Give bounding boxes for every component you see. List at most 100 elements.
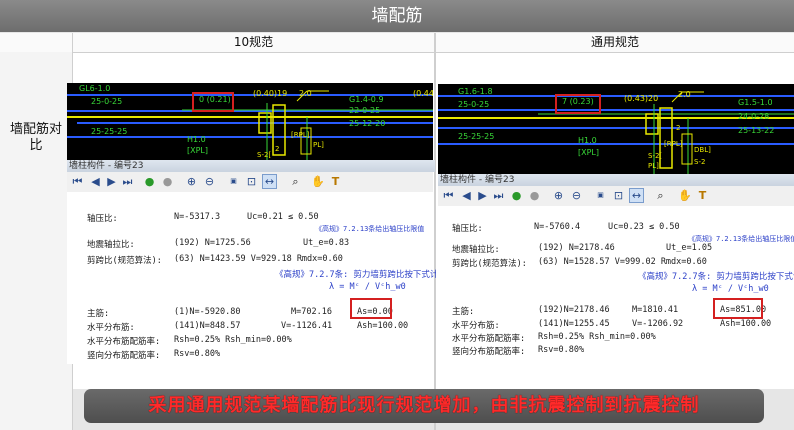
fit-icon[interactable]: ⊡ [245,175,258,188]
doc-label: 主筋: [87,309,110,319]
stop-icon[interactable]: ● [528,189,541,202]
right-window-title: 墙柱构件 - 编号23 [438,174,794,186]
highlight-box [555,94,601,114]
cad-label: PL] [313,141,324,149]
cad-label: S-2 [694,158,706,166]
cad-label: H1.0 [578,136,597,145]
highlight-box [350,298,392,319]
cad-label: 25-13-22 [738,126,775,135]
find-icon[interactable]: ⌕ [289,175,302,188]
fit-width-icon[interactable]: ↔ [262,174,277,189]
fit-width-icon[interactable]: ↔ [629,188,644,203]
text-tool-icon[interactable]: T [329,175,342,188]
text-tool-icon[interactable]: T [696,189,709,202]
zoom-100-icon[interactable]: ▣ [227,175,240,188]
cad-label: DBL] [694,146,711,154]
highlight-box [713,298,763,319]
doc-label: 剪跨比(规范算法): [452,259,527,269]
conclusion-banner: 采用通用规范某墙配筋比现行规范增加，由非抗震控制到抗震控制 [84,389,764,423]
cad-label: (0.43)20 [624,94,659,103]
highlight-box [192,92,234,112]
stop-icon[interactable]: ● [161,175,174,188]
doc-label: 轴压比: [452,224,483,234]
doc-note: 《高规》7.2.7条: 剪力墙剪跨比按下式计算 [275,270,447,280]
first-icon[interactable]: ⏮ [442,189,455,202]
doc-value: V=-1206.92 [632,319,684,329]
doc-value: (192) N=2178.46 [538,243,615,253]
doc-value: N=-5317.3 [174,212,221,222]
cad-label: 2.0 [299,89,312,98]
prev-icon[interactable]: ◀ [460,189,473,202]
doc-value: (192)N=2178.46 [538,305,610,315]
last-icon[interactable]: ⏭ [492,189,505,202]
doc-value: Ut_e=1.05 [666,243,713,253]
cad-label: S-2[ [648,152,663,160]
cad-label: [RPL] [664,140,683,148]
doc-value: V=-1126.41 [281,321,333,331]
cad-label: 2 [676,124,681,132]
next-icon[interactable]: ▶ [105,175,118,188]
doc-value: (63) N=1423.59 V=929.18 Rmdx=0.60 [174,254,343,264]
doc-value: Rsh=0.25% Rsh_min=0.00% [174,335,292,345]
cad-label: H1.0 [187,135,206,144]
cad-label: G1.6-1.8 [458,87,493,96]
prev-icon[interactable]: ◀ [89,175,102,188]
column-header-empty [0,33,72,53]
doc-label: 水平分布筋配筋率: [87,337,161,347]
doc-label: 主筋: [452,307,475,317]
fit-icon[interactable]: ⊡ [612,189,625,202]
right-toolbar: ⏮ ◀ ▶ ⏭ ● ● ⊕ ⊖ ▣ ⊡ ↔ ⌕ ✋ T [438,186,794,207]
doc-value: M=702.16 [291,307,332,317]
doc-note: 《高规》7.2.7条: 剪力墙剪跨比按下式计算 [638,272,794,282]
row-label: 墙配筋对比 [9,122,62,153]
row-label-cell: 墙配筋对比 [0,52,72,430]
cad-label: 25-25-25 [458,132,495,141]
right-cad-view[interactable]: G1.6-1.8 25-0-25 25-25-25 7 (0.23) (0.43… [438,84,794,174]
column-header-left: 10规范 [73,33,434,53]
cad-label: G1.4-0.9 [349,95,384,104]
zoom-out-icon[interactable]: ⊖ [570,189,583,202]
zoom-out-icon[interactable]: ⊖ [203,175,216,188]
play-icon[interactable]: ● [510,189,523,202]
cad-label: 25-12-20 [349,119,386,128]
cad-label: 25-0-25 [458,100,490,109]
cad-label: 25-25-25 [91,127,128,136]
doc-value: (63) N=1528.57 V=999.02 Rmdx=0.60 [538,257,707,267]
column-header-right: 通用规范 [436,33,794,53]
doc-value: Ash=100.00 [357,321,409,331]
find-icon[interactable]: ⌕ [654,189,667,202]
cad-label: PL] [648,162,659,170]
first-icon[interactable]: ⏮ [71,175,84,188]
cad-label: S-2[ [257,151,272,159]
cad-label: GL6-1.0 [79,84,111,93]
doc-value: M=1810.41 [632,305,679,315]
zoom-100-icon[interactable]: ▣ [594,189,607,202]
doc-formula: λ = Mᶜ / Vᶜh_w0 [329,282,406,292]
slide-title: 墙配筋 [0,0,794,32]
doc-label: 水平分布筋配筋率: [452,334,526,344]
cad-label: [XPL] [187,146,209,155]
doc-label: 水平分布筋: [452,321,500,331]
doc-value: Uc=0.23 ≤ 0.50 [608,222,680,232]
doc-label: 剪跨比(规范算法): [87,256,162,266]
next-icon[interactable]: ▶ [476,189,489,202]
left-cad-view[interactable]: GL6-1.0 25-0-25 0 (0.21) (0.40)19 2.0 G1… [67,83,433,160]
doc-value: (141)N=1255.45 [538,319,610,329]
cad-label: 24-0-28 [738,112,770,121]
cad-label: G1.5-1.0 [738,98,773,107]
right-result-doc: 轴压比: N=-5760.4 Uc=0.23 ≤ 0.50 《高规》7.2.13… [438,206,794,358]
hand-icon[interactable]: ✋ [678,189,692,202]
doc-value: Rsh=0.25% Rsh_min=0.00% [538,332,656,342]
doc-label: 竖向分布筋配筋率: [87,351,161,361]
zoom-in-icon[interactable]: ⊕ [552,189,565,202]
play-icon[interactable]: ● [143,175,156,188]
doc-value: Rsv=0.80% [174,349,221,359]
last-icon[interactable]: ⏭ [121,175,134,188]
cad-label: (0.44 [413,89,433,98]
doc-label: 竖向分布筋配筋率: [452,347,526,357]
zoom-in-icon[interactable]: ⊕ [185,175,198,188]
doc-value: Uc=0.21 ≤ 0.50 [247,212,319,222]
cad-label: [RPL] [291,131,310,139]
doc-note: 《高规》7.2.13条给出轴压比限值 [315,225,425,233]
hand-icon[interactable]: ✋ [311,175,325,188]
